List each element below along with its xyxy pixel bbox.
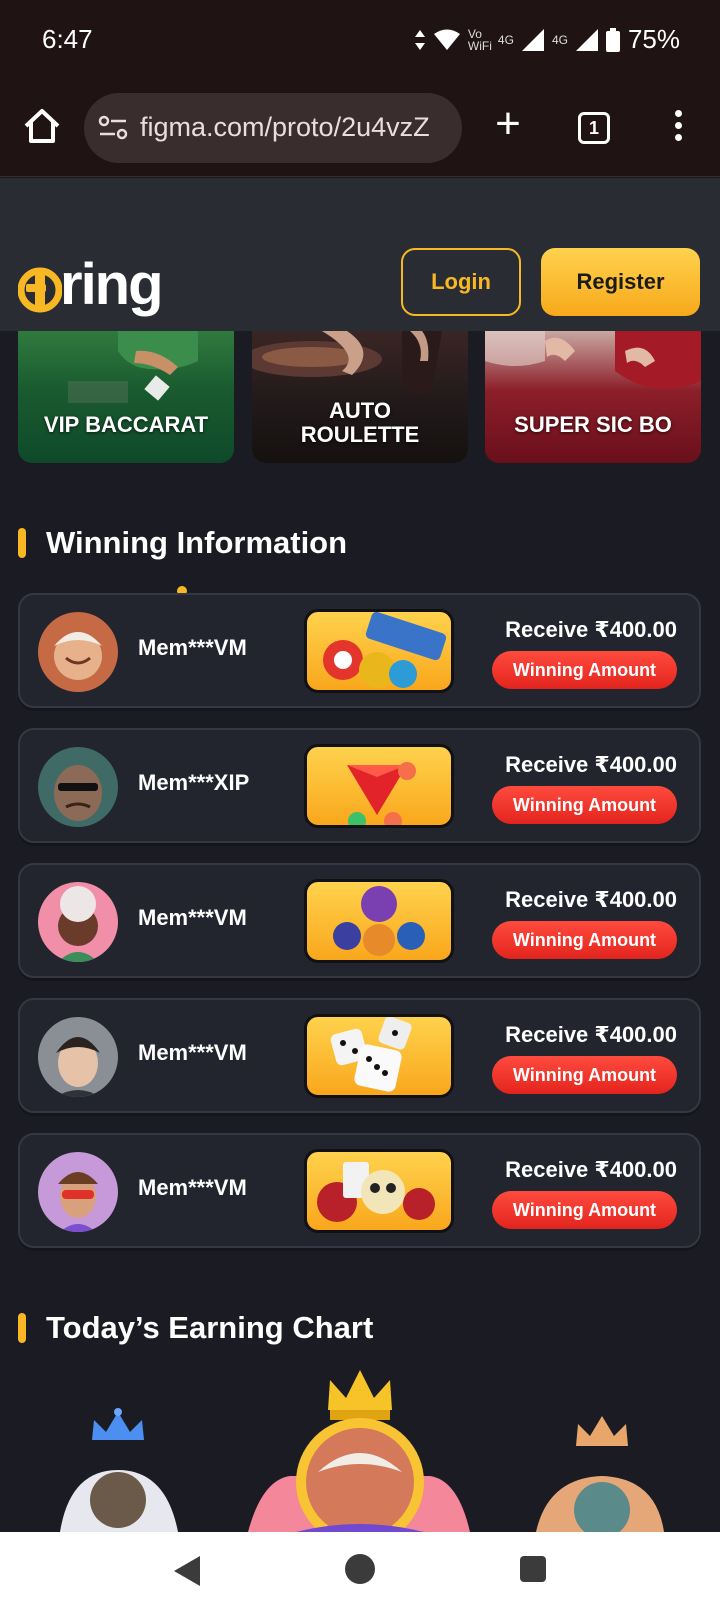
game-card-label: SUPER SIC BO [514,412,672,437]
title-accent-bar [18,528,26,558]
game-card-super-sic-bo[interactable]: SUPER SIC BO [485,331,701,463]
address-bar[interactable]: figma.com/proto/2u4vzZ [84,93,462,163]
system-navigation-bar [0,1532,720,1612]
logo-text: ring [60,252,164,317]
dice-icon[interactable] [304,1014,454,1098]
register-button[interactable]: Register [541,248,700,316]
winning-amount-badge: Winning Amount [492,1056,677,1094]
home-icon[interactable] [22,106,62,146]
status-bar: 6:47 Vo WiFi 4G 4G 75% [0,0,720,80]
avatar [38,882,118,962]
member-name: Mem***VM [138,905,247,930]
winning-row: Mem***VM Receive ₹400.00 Winning Amount [18,593,701,708]
winning-row: Mem***XIP Receive ₹400.00 Winning Amount [18,728,701,843]
dealer-hands-illustration [68,331,198,403]
section-title: Winning Information [46,525,348,560]
wifi-label: Vo WiFi [467,26,492,53]
site-header: ring Login Register [0,178,720,331]
panda-icon[interactable] [304,1149,454,1233]
lottery-balls-icon[interactable] [304,609,454,693]
game-card-label: VIP BACCARAT [43,412,209,437]
more-menu-icon[interactable] [670,110,686,148]
back-icon[interactable] [172,1554,202,1588]
winning-row: Mem***VM Receive ₹400.00 Winning Amount [18,998,701,1113]
wifi-icon [433,29,460,50]
network-label-2: 4G [551,32,568,47]
tab-switcher-button[interactable]: 1 [578,112,610,144]
login-button[interactable]: Login [401,248,521,316]
battery-icon [605,27,620,52]
browser-toolbar: figma.com/proto/2u4vzZ + 1 [0,80,720,177]
characters-icon[interactable] [304,879,454,963]
winning-amount-badge: Winning Amount [492,651,677,689]
url-text[interactable]: figma.com/proto/2u4vzZ [140,112,430,143]
first-place-crown-icon [248,1370,470,1546]
earning-podium [0,1360,720,1546]
receive-amount: Receive ₹400.00 [505,617,677,642]
status-time: 6:47 [42,24,93,54]
earning-chart-heading: Today’s Earning Chart [18,1310,373,1346]
second-place-crown-icon [60,1408,178,1532]
winning-amount-badge: Winning Amount [492,1191,677,1229]
winning-row: Mem***VM Receive ₹400.00 Winning Amount [18,863,701,978]
data-arrows-icon [414,29,425,50]
winning-amount-badge: Winning Amount [492,786,677,824]
game-card-auto-roulette[interactable]: AUTO ROULETTE [252,331,468,463]
game-card-label: AUTO ROULETTE [300,398,420,447]
member-name: Mem***XIP [138,770,250,795]
recent-apps-button[interactable] [520,1556,546,1582]
red-gem-icon[interactable] [304,744,454,828]
member-name: Mem***VM [138,635,247,660]
home-button[interactable] [345,1554,375,1584]
signal-icon [521,28,544,51]
receive-amount: Receive ₹400.00 [505,752,677,777]
avatar [38,1152,118,1232]
avatar [38,1017,118,1097]
member-name: Mem***VM [138,1040,247,1065]
avatar [38,747,118,827]
signal-icon-2 [575,28,598,51]
sic-bo-dealer-illustration [485,331,701,389]
game-card-vip-baccarat[interactable]: VIP BACCARAT [18,331,234,463]
winning-amount-badge: Winning Amount [492,921,677,959]
title-accent-bar [18,1313,26,1343]
avatar [38,612,118,692]
new-tab-button[interactable]: + [490,102,526,148]
logo-mark-icon [18,267,62,313]
section-title: Today’s Earning Chart [46,1310,374,1345]
winning-row: Mem***VM Receive ₹400.00 Winning Amount [18,1133,701,1248]
winning-information-heading: Winning Information [18,525,347,561]
third-place-crown-icon [536,1416,664,1538]
site-settings-icon[interactable] [98,115,128,141]
network-label-1: 4G [497,32,514,47]
fring-logo[interactable]: ring [18,250,164,317]
receive-amount: Receive ₹400.00 [505,1157,677,1182]
member-name: Mem***VM [138,1175,247,1200]
receive-amount: Receive ₹400.00 [505,1022,677,1047]
battery-level: 75% [627,24,680,54]
receive-amount: Receive ₹400.00 [505,887,677,912]
status-indicators: Vo WiFi 4G 4G 75% [414,24,680,55]
